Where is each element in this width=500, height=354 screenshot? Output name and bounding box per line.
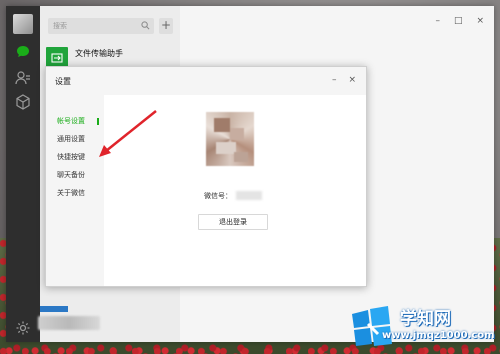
sidebar — [6, 6, 40, 342]
dialog-controls: – × — [332, 75, 356, 85]
profile-avatar-pixelated — [206, 112, 254, 166]
watermark-title: 学知网 — [400, 309, 451, 329]
watermark-url: www.jmqz1000.com — [382, 330, 495, 341]
nav-shortcut-keys[interactable]: 快捷按键 — [57, 152, 85, 162]
add-chat-button[interactable]: + — [159, 18, 173, 34]
settings-nav: 帐号设置 通用设置 快捷按键 聊天备份 关于微信 — [46, 95, 104, 286]
wechat-id-label: 微信号： — [204, 192, 232, 200]
nav-account-settings[interactable]: 帐号设置 — [57, 116, 85, 126]
dialog-close-button[interactable]: × — [348, 75, 356, 85]
wechat-id-value-blurred — [236, 191, 262, 200]
dialog-title: 设置 — [55, 77, 71, 86]
chat-item-name: 文件传输助手 — [75, 49, 123, 58]
collection-cube-icon[interactable] — [15, 94, 31, 110]
dialog-titlebar[interactable]: 设置 – × — [46, 67, 366, 95]
dialog-minimize-button[interactable]: – — [332, 75, 337, 85]
blurred-username — [38, 316, 100, 330]
settings-gear-icon[interactable] — [15, 320, 31, 336]
close-button[interactable]: × — [476, 16, 484, 26]
main-window-controls: – □ × — [435, 16, 484, 26]
contacts-icon[interactable] — [15, 70, 31, 86]
search-input[interactable] — [48, 19, 137, 33]
active-nav-indicator — [97, 118, 99, 125]
chat-icon[interactable] — [15, 44, 31, 60]
nav-chat-backup[interactable]: 聊天备份 — [57, 170, 85, 180]
search-icon[interactable] — [141, 21, 150, 30]
watermark: 学知网 www.jmqz1000.com — [346, 300, 496, 350]
user-avatar[interactable] — [13, 14, 33, 34]
windows-logo-icon — [352, 306, 392, 346]
blurred-blue-strip — [40, 306, 68, 312]
search-box — [48, 18, 154, 34]
logout-button[interactable]: 退出登录 — [198, 214, 268, 230]
settings-dialog: 设置 – × 帐号设置 通用设置 快捷按键 聊天备份 关于微信 微信号： 退出登… — [45, 66, 367, 287]
nav-about-wechat[interactable]: 关于微信 — [57, 188, 85, 198]
minimize-button[interactable]: – — [435, 16, 440, 26]
maximize-button[interactable]: □ — [454, 16, 463, 26]
nav-general-settings[interactable]: 通用设置 — [57, 134, 85, 144]
